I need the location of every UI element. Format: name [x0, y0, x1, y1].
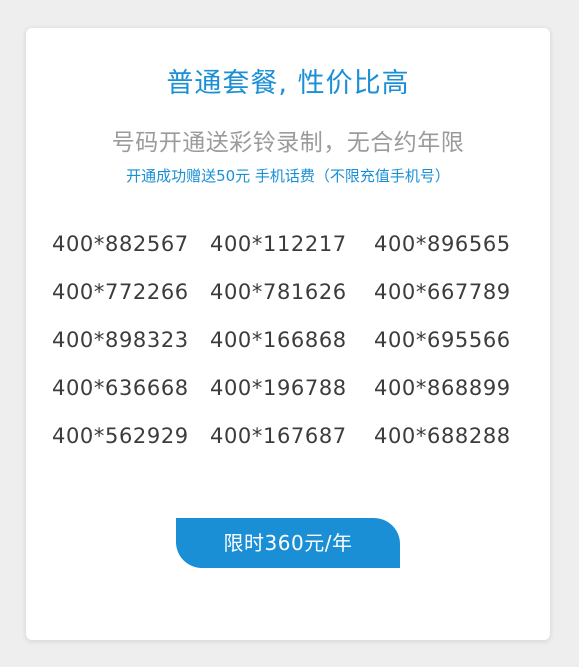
- package-card: 普通套餐, 性价比高 号码开通送彩铃录制，无合约年限 开通成功赠送50元 手机话…: [26, 28, 550, 640]
- phone-number: 400*772266: [52, 280, 189, 304]
- package-subtitle: 号码开通送彩铃录制，无合约年限: [111, 130, 465, 156]
- package-title: 普通套餐, 性价比高: [166, 68, 410, 99]
- phone-number: 400*688288: [374, 424, 511, 448]
- phone-number: 400*562929: [52, 424, 189, 448]
- number-row: 400*772266 400*781626 400*667789: [26, 276, 550, 308]
- phone-number: 400*166868: [210, 328, 347, 352]
- number-row: 400*636668 400*196788 400*868899: [26, 372, 550, 404]
- phone-number: 400*868899: [374, 376, 511, 400]
- phone-number: 400*898323: [52, 328, 189, 352]
- number-row: 400*562929 400*167687 400*688288: [26, 420, 550, 452]
- phone-number: 400*167687: [210, 424, 347, 448]
- phone-number: 400*112217: [210, 232, 347, 256]
- phone-number: 400*781626: [210, 280, 347, 304]
- phone-number: 400*667789: [374, 280, 511, 304]
- price-button[interactable]: 限时360元/年: [176, 518, 400, 568]
- phone-number: 400*896565: [374, 232, 511, 256]
- number-row: 400*882567 400*112217 400*896565: [26, 228, 550, 260]
- number-row: 400*898323 400*166868 400*695566: [26, 324, 550, 356]
- phone-number: 400*636668: [52, 376, 189, 400]
- phone-number: 400*196788: [210, 376, 347, 400]
- promo-text: 开通成功赠送50元 手机话费（不限充值手机号）: [126, 167, 450, 185]
- phone-number: 400*882567: [52, 232, 189, 256]
- phone-number: 400*695566: [374, 328, 511, 352]
